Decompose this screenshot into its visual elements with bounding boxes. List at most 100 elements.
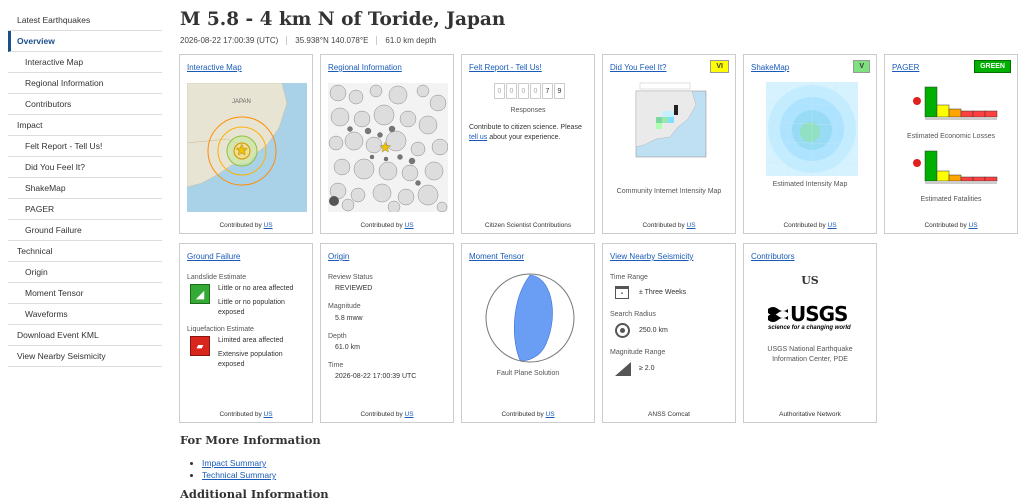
usgs-logo-text: USGS (790, 302, 848, 326)
card-shakemap[interactable]: ShakeMap V Estimated Intensity Map Contr… (743, 54, 877, 234)
liquefaction-label: Liquefaction Estimate (187, 326, 254, 333)
origin-footer: Contributed by US (360, 411, 414, 418)
interactive-map-thumbnail[interactable]: JAPAN ★ (187, 83, 307, 212)
card-regional-information[interactable]: Regional Information ★ Contributed by US (320, 54, 454, 234)
nav-technical[interactable]: Technical (8, 241, 162, 262)
more-info-heading: For More Information (180, 433, 321, 447)
nav-dyfi[interactable]: Did You Feel It? (8, 157, 162, 178)
depth-label: Depth (328, 333, 347, 340)
nearby-seismicity-link[interactable]: View Nearby Seismicity (610, 252, 693, 261)
card-interactive-map[interactable]: Interactive Map JAPAN ★ Contributed by U… (179, 54, 313, 234)
nav-impact[interactable]: Impact (8, 115, 162, 136)
usgs-tagline: science for a changing world (768, 325, 851, 331)
shakemap-thumbnail[interactable] (766, 82, 858, 176)
dyfi-link[interactable]: Did You Feel It? (610, 63, 666, 72)
card-felt-report[interactable]: Felt Report - Tell Us! 0 0 0 0 7 9 Respo… (461, 54, 595, 234)
tell-us-link[interactable]: tell us (469, 134, 487, 141)
landslide-label: Landslide Estimate (187, 274, 247, 281)
contributor-link[interactable]: US (405, 222, 414, 229)
search-radius-label: Search Radius (610, 311, 656, 318)
magnitude-label: Magnitude (328, 303, 361, 310)
regional-information-link[interactable]: Regional Information (328, 63, 402, 72)
ground-failure-link[interactable]: Ground Failure (187, 252, 240, 261)
card-contributors[interactable]: Contributors US USGS science for a chang… (743, 243, 877, 423)
event-depth: 61.0 km depth (376, 36, 444, 45)
landslide-area: Little or no area affected (218, 285, 294, 292)
event-subheader: 2026-08-22 17:00:39 (UTC) 35.938°N 140.0… (180, 36, 444, 45)
review-status-label: Review Status (328, 274, 373, 281)
contributor-link[interactable]: US (264, 411, 273, 418)
time-range-value: ± Three Weeks (639, 289, 687, 296)
nav-nearby-seismicity[interactable]: View Nearby Seismicity (8, 346, 162, 367)
nav-ground-failure[interactable]: Ground Failure (8, 220, 162, 241)
impact-summary-link[interactable]: Impact Summary (202, 458, 266, 468)
shakemap-link[interactable]: ShakeMap (751, 63, 789, 72)
economic-losses-caption: Estimated Economic Losses (907, 133, 995, 140)
shakemap-footer: Contributed by US (783, 222, 837, 229)
landslide-icon: ◢ (190, 284, 210, 304)
nav-waveforms[interactable]: Waveforms (8, 304, 162, 325)
contributor-link[interactable]: US (687, 222, 696, 229)
liquefaction-area: Limited area affected (218, 337, 284, 344)
origin-link[interactable]: Origin (328, 252, 349, 261)
dyfi-footer: Contributed by US (642, 222, 696, 229)
regional-seismicity-thumbnail[interactable]: ★ (328, 83, 448, 212)
felt-report-link[interactable]: Felt Report - Tell Us! (469, 63, 542, 72)
contributor-link[interactable]: US (546, 411, 555, 418)
card-ground-failure[interactable]: Ground Failure Landslide Estimate ◢ Litt… (179, 243, 313, 423)
pager-link[interactable]: PAGER (892, 63, 919, 72)
nav-moment-tensor[interactable]: Moment Tensor (8, 283, 162, 304)
time-label: Time (328, 362, 344, 369)
contributors-link[interactable]: Contributors (751, 252, 795, 261)
time-value: 2026-08-22 17:00:39 UTC (335, 373, 417, 380)
usgs-logo: USGS science for a changing world (768, 302, 858, 334)
card-nearby-seismicity[interactable]: View Nearby Seismicity Time Range ▪ ± Th… (602, 243, 736, 423)
search-radius-value: 250.0 km (639, 327, 668, 334)
felt-description: Contribute to citizen science. Please te… (469, 124, 582, 141)
economic-losses-histogram (911, 85, 1001, 125)
moment-tensor-link[interactable]: Moment Tensor (469, 252, 524, 261)
epicenter-star-icon: ★ (379, 139, 392, 155)
nav-download-kml[interactable]: Download Event KML (8, 325, 162, 346)
interactive-map-link[interactable]: Interactive Map (187, 63, 242, 72)
contributor-link[interactable]: US (828, 222, 837, 229)
nav-interactive-map[interactable]: Interactive Map (8, 52, 162, 73)
fault-plane-caption: Fault Plane Solution (496, 370, 560, 377)
felt-footer: Citizen Scientist Contributions (484, 222, 572, 229)
dyfi-caption: Community Internet Intensity Map (616, 188, 722, 195)
depth-value: 61.0 km (335, 344, 360, 351)
contributor-link[interactable]: US (969, 222, 978, 229)
epicenter-star-icon: ★ (235, 142, 249, 159)
nav-origin[interactable]: Origin (8, 262, 162, 283)
liquefaction-icon: ▰ (190, 336, 210, 356)
nav-contributors[interactable]: Contributors (8, 94, 162, 115)
liquefaction-population: Extensive population exposed (218, 351, 283, 368)
contributor-code: US (801, 274, 819, 287)
dyfi-thumbnail[interactable] (630, 81, 710, 165)
card-dyfi[interactable]: Did You Feel It? VI Community Internet I… (602, 54, 736, 234)
contributor-link[interactable]: US (405, 411, 414, 418)
calendar-icon: ▪ (615, 286, 629, 299)
pager-alert-badge: GREEN (974, 60, 1011, 73)
responses-counter: 0 0 0 0 7 9 (494, 83, 565, 99)
event-time: 2026-08-22 17:00:39 (UTC) (180, 36, 279, 45)
interactive-map-footer: Contributed by US (219, 222, 273, 229)
contributor-link[interactable]: US (264, 222, 273, 229)
nav-felt-report[interactable]: Felt Report - Tell Us! (8, 136, 162, 157)
card-pager[interactable]: PAGER GREEN Estimated Economic Losses Es… (884, 54, 1018, 234)
card-origin[interactable]: Origin Review Status REVIEWED Magnitude … (320, 243, 454, 423)
nearby-footer: ANSS Comcat (648, 411, 690, 418)
list-item: Impact Summary (202, 458, 276, 468)
technical-summary-link[interactable]: Technical Summary (202, 470, 276, 480)
nav-pager[interactable]: PAGER (8, 199, 162, 220)
nav-overview[interactable]: Overview (8, 31, 162, 52)
sidebar: Latest Earthquakes Overview Interactive … (8, 10, 162, 367)
nav-shakemap[interactable]: ShakeMap (8, 178, 162, 199)
map-country-label: JAPAN (232, 99, 251, 105)
card-moment-tensor[interactable]: Moment Tensor Fault Plane Solution Contr… (461, 243, 595, 423)
more-info-list: Impact Summary Technical Summary (202, 458, 276, 482)
nav-latest-earthquakes[interactable]: Latest Earthquakes (8, 10, 162, 31)
contributors-footer: Authoritative Network (779, 411, 841, 418)
beachball-diagram[interactable] (484, 272, 576, 364)
nav-regional-information[interactable]: Regional Information (8, 73, 162, 94)
